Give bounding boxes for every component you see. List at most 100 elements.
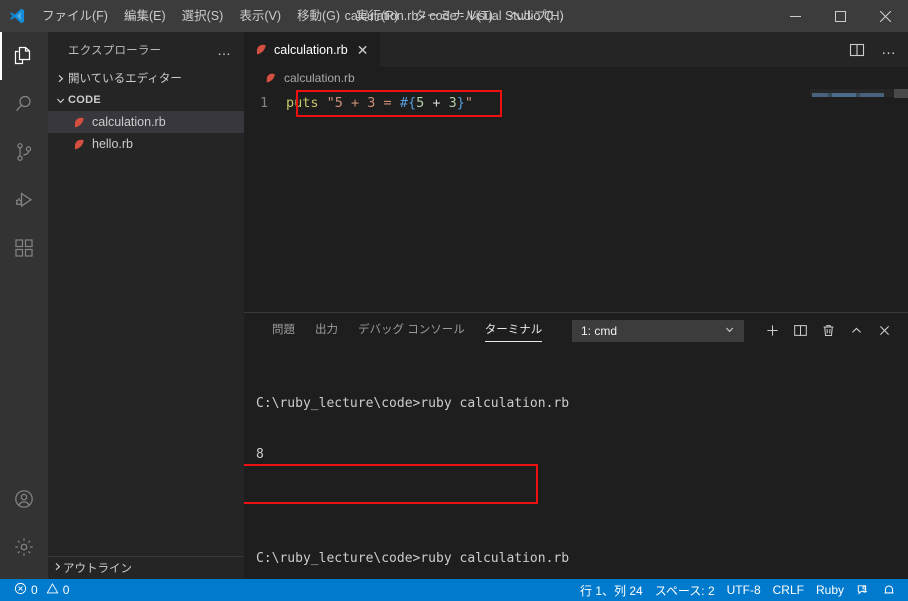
open-editors-label: 開いているエディター	[68, 73, 182, 85]
sidebar-title: エクスプローラー …	[48, 32, 244, 67]
ruby-file-icon	[72, 115, 86, 129]
code-token-interp-open: #{	[399, 95, 417, 111]
status-encoding[interactable]: UTF-8	[721, 579, 767, 601]
error-circle-icon	[14, 582, 27, 598]
chevron-right-icon	[52, 561, 63, 575]
file-label: hello.rb	[92, 137, 133, 151]
kill-terminal-icon[interactable]	[814, 318, 842, 344]
ruby-file-icon	[264, 71, 278, 85]
tab-terminal[interactable]: ターミナル	[475, 313, 553, 348]
activity-bar	[0, 32, 48, 579]
chevron-down-icon	[724, 324, 735, 338]
code-token-operator-plus: +	[424, 95, 449, 111]
code-token-string-close: "	[464, 95, 474, 111]
menu-terminal[interactable]: ターミナル(T)	[406, 0, 500, 32]
window-controls	[773, 0, 908, 32]
code-token-keyword: puts	[286, 95, 319, 111]
split-terminal-icon[interactable]	[786, 318, 814, 344]
close-button[interactable]	[863, 0, 908, 32]
chevron-right-icon	[52, 73, 68, 84]
minimap-code-line	[812, 93, 884, 97]
tab-output[interactable]: 出力	[305, 313, 348, 348]
terminal-line: 8	[256, 447, 264, 463]
menu-go[interactable]: 移動(G)	[289, 0, 348, 32]
terminal-selector-dropdown[interactable]: 1: cmd	[572, 319, 744, 342]
terminal-selector-value: 1: cmd	[581, 323, 618, 338]
bottom-panel: 問題 出力 デバッグ コンソール ターミナル 1: cmd C:\ruby_le…	[244, 312, 908, 579]
breadcrumb-label: calculation.rb	[284, 71, 355, 85]
split-editor-icon[interactable]	[846, 39, 868, 61]
feedback-smiley-icon[interactable]	[850, 579, 876, 601]
menu-edit[interactable]: 編集(E)	[116, 0, 174, 32]
outline-label: アウトライン	[63, 563, 132, 575]
minimap[interactable]	[810, 89, 894, 312]
status-bar-left: 0 0	[0, 579, 75, 601]
status-bar: 0 0 行 1、列 24 スペース: 2 UTF-8 CRLF Ruby	[0, 579, 908, 601]
more-actions-icon[interactable]: …	[878, 39, 900, 61]
panel-tab-bar: 問題 出力 デバッグ コンソール ターミナル 1: cmd	[244, 313, 908, 348]
section-folder-code[interactable]: CODE	[48, 89, 244, 111]
search-icon[interactable]	[0, 80, 48, 128]
minimize-button[interactable]	[773, 0, 818, 32]
extensions-icon[interactable]	[0, 224, 48, 272]
menu-run[interactable]: 実行(R)	[348, 0, 406, 32]
breadcrumb[interactable]: calculation.rb	[244, 67, 908, 89]
file-item-hello-rb[interactable]: hello.rb	[48, 133, 244, 155]
maximize-button[interactable]	[818, 0, 863, 32]
error-count: 0	[31, 583, 38, 597]
sidebar-title-label: エクスプローラー	[68, 44, 162, 57]
menu-file[interactable]: ファイル(F)	[34, 0, 116, 32]
tab-problems[interactable]: 問題	[262, 313, 305, 348]
menu-selection[interactable]: 選択(S)	[174, 0, 232, 32]
title-bar: ファイル(F) 編集(E) 選択(S) 表示(V) 移動(G) 実行(R) ター…	[0, 0, 908, 32]
menu-bar: ファイル(F) 編集(E) 選択(S) 表示(V) 移動(G) 実行(R) ター…	[34, 0, 572, 32]
workbench: エクスプローラー … 開いているエディター CODE calculation.r…	[0, 32, 908, 579]
sidebar-more-actions-icon[interactable]: …	[217, 42, 238, 58]
explorer-icon[interactable]	[0, 32, 48, 80]
line-number: 1	[260, 96, 268, 111]
vscode-logo-icon	[0, 7, 34, 25]
panel-actions: 1: cmd	[572, 318, 908, 344]
terminal-output[interactable]: C:\ruby_lecture\code>ruby calculation.rb…	[244, 348, 908, 579]
code-token-number-5: 5	[416, 95, 425, 111]
ruby-file-icon	[72, 137, 86, 151]
account-icon[interactable]	[0, 475, 48, 523]
run-debug-icon[interactable]	[0, 176, 48, 224]
status-cursor-position[interactable]: 行 1、列 24	[574, 579, 649, 601]
code-text[interactable]: puts "5 + 3 = #{5 + 3}"	[286, 94, 473, 113]
status-indentation[interactable]: スペース: 2	[649, 579, 721, 601]
code-token-interp-close: }	[456, 95, 465, 111]
settings-gear-icon[interactable]	[0, 523, 48, 571]
code-line-1[interactable]: 1 puts "5 + 3 = #{5 + 3}"	[244, 94, 908, 113]
editor-group: calculation.rb ✕ … calculation.rb 1 puts…	[244, 32, 908, 579]
scrollbar-thumb[interactable]	[894, 89, 908, 98]
close-panel-icon[interactable]	[870, 318, 898, 344]
section-outline[interactable]: アウトライン	[48, 556, 244, 579]
warning-triangle-icon	[46, 582, 59, 598]
terminal-line: C:\ruby_lecture\code>ruby calculation.rb	[256, 395, 570, 411]
bell-icon[interactable]	[876, 579, 902, 601]
file-item-calculation-rb[interactable]: calculation.rb	[48, 111, 244, 133]
status-eol[interactable]: CRLF	[767, 579, 810, 601]
editor-tabs: calculation.rb ✕ …	[244, 32, 908, 67]
code-token-number-3: 3	[448, 95, 457, 111]
close-icon[interactable]: ✕	[356, 43, 370, 57]
status-problems[interactable]: 0 0	[8, 579, 75, 601]
sidebar-explorer: エクスプローラー … 開いているエディター CODE calculation.r…	[48, 32, 244, 579]
menu-help[interactable]: ヘルプ(H)	[501, 0, 572, 32]
tab-calculation-rb[interactable]: calculation.rb ✕	[244, 32, 381, 67]
new-terminal-icon[interactable]	[758, 318, 786, 344]
source-control-icon[interactable]	[0, 128, 48, 176]
tab-label: calculation.rb	[274, 42, 348, 57]
editor-vertical-scrollbar[interactable]	[894, 89, 908, 312]
menu-view[interactable]: 表示(V)	[231, 0, 289, 32]
status-language-mode[interactable]: Ruby	[810, 579, 850, 601]
file-label: calculation.rb	[92, 115, 166, 129]
maximize-panel-icon[interactable]	[842, 318, 870, 344]
code-editor[interactable]: 1 puts "5 + 3 = #{5 + 3}"	[244, 89, 908, 312]
status-bar-right: 行 1、列 24 スペース: 2 UTF-8 CRLF Ruby	[574, 579, 908, 601]
section-open-editors[interactable]: 開いているエディター	[48, 67, 244, 89]
tab-debug-console[interactable]: デバッグ コンソール	[348, 313, 475, 348]
